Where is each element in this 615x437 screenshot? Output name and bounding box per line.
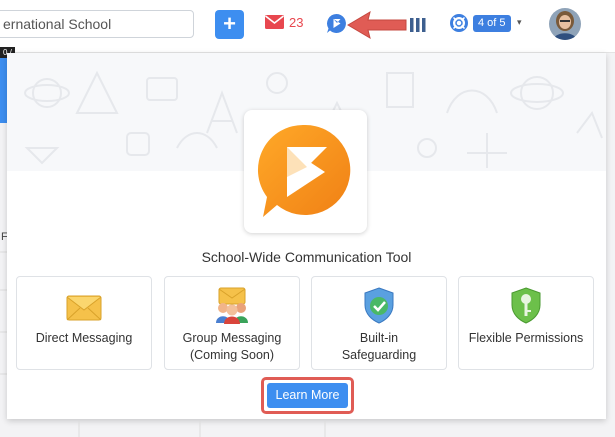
promo-title: School-Wide Communication Tool [201, 249, 412, 265]
feature-direct-messaging: Direct Messaging [16, 276, 152, 370]
avatar-photo [549, 8, 581, 40]
promo-card: School-Wide Communication Tool Direct Me… [7, 53, 606, 419]
feature-flexible-permissions: Flexible Permissions [458, 276, 594, 370]
learn-more-highlight: Learn More [261, 377, 354, 414]
feature-label: Direct Messaging [35, 331, 133, 345]
chat-app-logo-icon [257, 124, 351, 217]
add-button[interactable]: + [215, 10, 244, 39]
top-bar: ernational School + 23 4 of 5 ▾ [0, 0, 615, 53]
chat-app-icon[interactable] [326, 13, 347, 34]
school-search-input[interactable]: ernational School [0, 10, 194, 38]
chevron-down-icon[interactable]: ▾ [517, 17, 522, 28]
feature-group-messaging: Group Messaging (Coming Soon) [164, 276, 300, 370]
user-avatar[interactable] [549, 8, 581, 40]
apps-grid-icon[interactable] [410, 17, 426, 33]
feature-label: Flexible Permissions [468, 331, 584, 345]
learn-more-button[interactable]: Learn More [267, 383, 348, 408]
shield-check-icon [364, 287, 394, 324]
feature-label: Built-in Safeguarding [341, 331, 417, 362]
feature-built-in-safeguarding: Built-in Safeguarding [311, 276, 447, 370]
highlight-arrow-icon [347, 10, 407, 40]
group-messaging-icon [216, 287, 248, 324]
envelope-icon[interactable] [265, 15, 284, 29]
unread-mail-count: 23 [289, 15, 304, 30]
onboarding-progress-badge[interactable]: 4 of 5 [473, 15, 511, 32]
background-nav-strip [0, 53, 7, 123]
lifebuoy-icon[interactable] [450, 14, 468, 32]
key-icon [511, 287, 541, 324]
feature-label: Group Messaging (Coming Soon) [182, 331, 282, 362]
app-logo-tile [244, 110, 367, 233]
background-table-edge [78, 421, 326, 437]
envelope-icon [66, 295, 102, 321]
